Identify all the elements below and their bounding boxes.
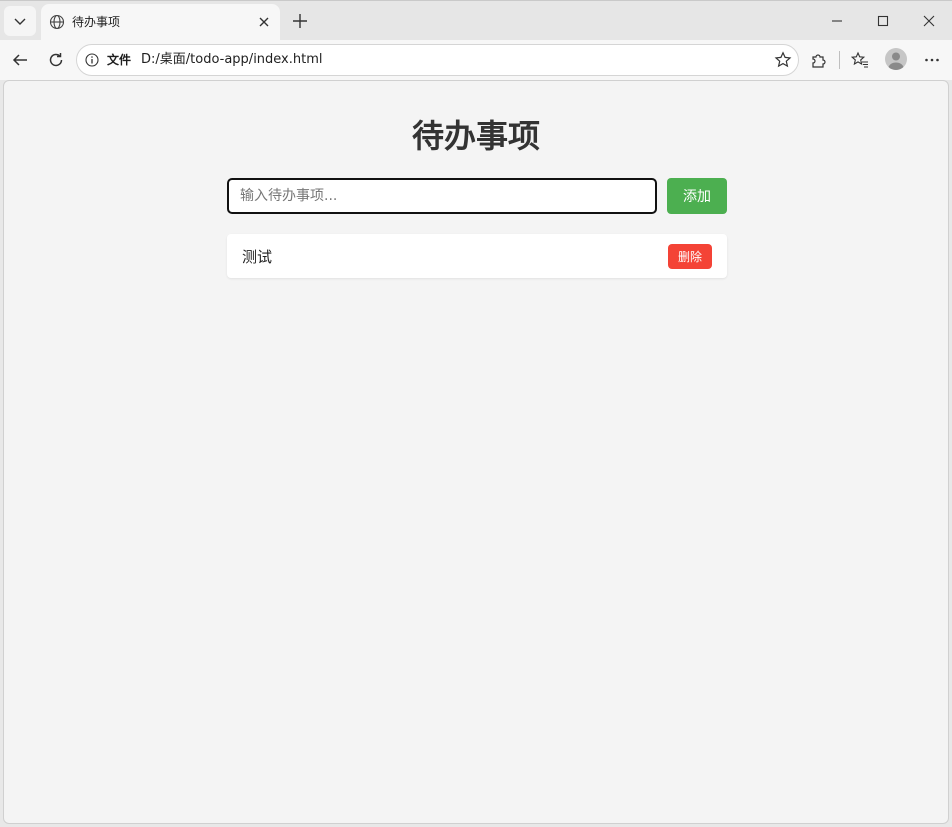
more-icon [925,58,939,62]
todo-text: 测试 [242,248,273,266]
globe-icon [49,14,65,30]
arrow-left-icon [12,54,27,66]
reload-icon [49,53,63,67]
new-tab-button[interactable] [288,9,312,33]
close-window-button[interactable] [914,6,944,36]
more-menu-button[interactable] [918,46,946,74]
todo-input[interactable] [227,178,657,214]
browser-title-bar: 待办事项 [0,0,952,41]
delete-button[interactable]: 删除 [668,244,712,269]
star-icon[interactable] [774,51,792,69]
toolbar-divider [839,51,840,69]
profile-avatar[interactable] [885,48,907,70]
minimize-icon [832,20,842,22]
puzzle-icon [812,54,826,68]
maximize-icon [877,15,889,27]
chevron-down-icon [14,18,26,25]
favorites-button[interactable] [846,46,874,74]
extensions-button[interactable] [805,46,833,74]
add-button[interactable]: 添加 [667,178,727,214]
close-tab-icon[interactable] [256,14,272,30]
close-icon [923,15,935,27]
reload-button[interactable] [42,46,70,74]
security-label: 文件 [107,53,132,67]
favorites-icon [851,51,868,68]
back-button[interactable] [6,46,34,74]
browser-tab[interactable]: 待办事项 [41,4,280,41]
minimize-button[interactable] [822,6,852,36]
browser-toolbar: 文件 D:/桌面/todo-app/index.html [0,40,952,80]
plus-icon [293,14,307,28]
page-title: 待办事项 [411,117,540,155]
info-icon[interactable] [85,53,99,67]
address-bar[interactable]: 文件 D:/桌面/todo-app/index.html [76,44,799,76]
url-text[interactable]: D:/桌面/todo-app/index.html [141,52,323,68]
tab-list-button[interactable] [4,6,36,36]
page-viewport: 待办事项 添加 测试 删除 [3,80,949,824]
maximize-button[interactable] [868,6,898,36]
person-icon [888,52,904,70]
list-item: 测试 删除 [227,234,727,278]
tab-title: 待办事项 [72,15,121,29]
